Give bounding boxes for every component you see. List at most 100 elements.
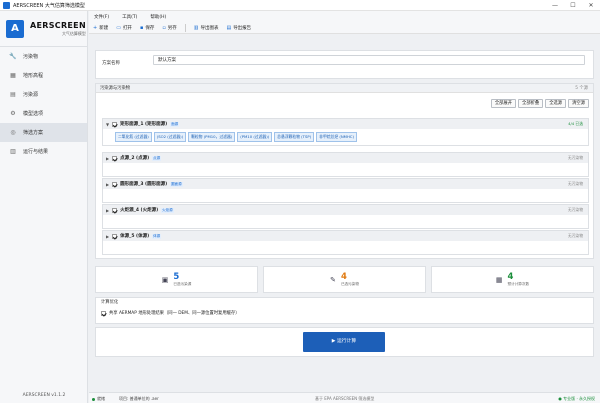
pollutant-chip[interactable]: (PM10 (过滤器)) <box>237 132 273 142</box>
source-type-tag: 圆面源 <box>170 181 183 187</box>
status-dot <box>92 397 95 401</box>
pollutant-chip[interactable]: 非甲烷总烃 (NMHC) <box>316 132 357 142</box>
sidebar-item-results[interactable]: ▥ 运行与结果 <box>0 142 87 161</box>
source-header[interactable]: ▼ 矩形面源_1 (矩形面源) 面源 4/4 已选 <box>103 119 588 129</box>
save-icon: ▪ <box>139 24 144 31</box>
source-checkbox[interactable] <box>112 121 118 127</box>
pollutant-chip[interactable]: 总悬浮颗粒物 (TSP) <box>274 132 315 142</box>
source-checkbox[interactable] <box>112 155 118 161</box>
save-as-button[interactable]: ▫ 另存 <box>162 25 176 31</box>
pollutant-list <box>103 215 588 228</box>
options-title: 计算优化 <box>101 300 119 305</box>
sources-count: 5 个源 <box>575 86 588 91</box>
sidebar-item-wrench[interactable]: 🔧 污染物 <box>0 47 87 66</box>
scheme-icon: ◎ <box>10 129 16 136</box>
stat-label: 已选污染源 <box>173 281 192 286</box>
app-logo: A <box>6 19 24 38</box>
source-icon: ▤ <box>10 91 16 98</box>
sidebar-nav: 🔧 污染物 ▦ 地形高程 ▤ 污染源 ⚙ 模型选项 ◎ 筛选方案 ▥ 运行与结果 <box>0 47 87 161</box>
source-type-tag: 体源 <box>152 233 162 239</box>
folder-icon: ▭ <box>116 24 121 31</box>
pollutant-list <box>103 189 588 202</box>
source-checkbox[interactable] <box>112 181 118 187</box>
plus-icon: + <box>93 24 98 31</box>
source-status: 无污染物 <box>567 155 583 160</box>
new-button[interactable]: + 新建 <box>93 25 108 31</box>
brand: A AERSCREEN 大气估算模型 <box>0 11 87 47</box>
sources-panel: 污染源与污染物 5 个源 全部展开 全部折叠 全选源 清空源 ▼ 矩形面源_1 (… <box>95 83 594 259</box>
expand-all-button[interactable]: 全部展开 <box>490 99 517 108</box>
sidebar-item-terrain[interactable]: ▦ 地形高程 <box>0 66 87 85</box>
sources-header: 污染源与污染物 5 个源 <box>96 84 593 93</box>
scheme-panel: 方案名称 默认方案 <box>95 50 594 79</box>
source-item: ▶ 圆形面源_3 (圆形面源) 圆面源 无污染物 <box>102 178 589 203</box>
source-type-tag: 火炬源 <box>161 207 174 213</box>
source-header[interactable]: ▶ 火炬源_4 (火炬源) 火炬源 无污染物 <box>103 205 588 215</box>
pollutant-list <box>103 163 588 176</box>
open-button[interactable]: ▭ 打开 <box>116 25 132 31</box>
menu-bar: 文件(F) 工具(T) 帮助(H) <box>89 11 600 22</box>
source-name: 圆形面源_3 (圆形面源) <box>120 182 168 187</box>
minimize-button[interactable]: — <box>546 0 564 11</box>
run-panel: ▶ 运行计算 <box>95 327 594 357</box>
stat-card: ✎ 4 已选污染物 <box>263 266 426 293</box>
menu-file[interactable]: 文件(F) <box>94 14 109 20</box>
source-header[interactable]: ▶ 体源_5 (体源) 体源 无污染物 <box>103 231 588 241</box>
source-status: 4/4 已选 <box>568 121 583 126</box>
sidebar-item-label: 模型选项 <box>23 111 44 117</box>
chart-icon: ▥ <box>193 24 199 31</box>
sidebar: A AERSCREEN 大气估算模型 🔧 污染物 ▦ 地形高程 ▤ 污染源 ⚙ 模型选项 ◎ 筛选… <box>0 11 88 403</box>
version-label: AERSCREEN v1.1.2 <box>22 393 66 398</box>
source-count-icon: ▣ <box>161 275 169 284</box>
sidebar-item-label: 运行与结果 <box>23 149 49 155</box>
source-item: ▶ 点源_2 (点源) 点源 无污染物 <box>102 152 589 177</box>
maximize-button[interactable]: ☐ <box>564 0 582 11</box>
source-name: 点源_2 (点源) <box>120 156 150 161</box>
run-button[interactable]: ▶ 运行计算 <box>303 332 385 352</box>
source-status: 无污染物 <box>567 181 583 186</box>
title-bar: AERSCREEN 大气估算筛选模型 — ☐ ✕ <box>0 0 600 11</box>
source-checkbox[interactable] <box>112 207 118 213</box>
expand-arrow-icon[interactable]: ▶ <box>106 234 109 239</box>
brand-name: AERSCREEN <box>30 20 86 30</box>
share-aermap-label: 共享 AERMAP 地形处理结果（同一 DEM、同一源位置时复用缓存） <box>109 311 240 316</box>
sidebar-item-source[interactable]: ▤ 污染源 <box>0 85 87 104</box>
terrain-icon: ▦ <box>10 72 16 79</box>
expand-arrow-icon[interactable]: ▼ <box>106 122 109 127</box>
sources-title: 污染源与污染物 <box>100 86 131 91</box>
source-header[interactable]: ▶ 圆形面源_3 (圆形面源) 圆面源 无污染物 <box>103 179 588 189</box>
source-name: 矩形面源_1 (矩形面源) <box>120 122 168 127</box>
save-as-icon: ▫ <box>162 24 166 31</box>
pollutant-chip[interactable]: 颗粒物 (PM10，过滤器) <box>188 132 236 142</box>
sidebar-item-settings[interactable]: ⚙ 模型选项 <box>0 104 87 123</box>
source-header[interactable]: ▶ 点源_2 (点源) 点源 无污染物 <box>103 153 588 163</box>
export-chart-button[interactable]: ▥ 导出图表 <box>194 25 219 31</box>
menu-help[interactable]: 帮助(H) <box>150 14 166 20</box>
pollutant-chip[interactable]: (SO2 (过滤器)) <box>153 132 187 142</box>
stats-cards: ▣ 5 已选污染源 ✎ 4 已选污染物 ▦ 4 预计计算次数 <box>95 266 594 293</box>
status-license: ● 专业版 · 永久授权 <box>558 396 595 401</box>
settings-icon: ⚙ <box>10 110 16 117</box>
report-icon: ▤ <box>226 24 232 31</box>
collapse-all-button[interactable]: 全部折叠 <box>518 99 544 108</box>
expand-arrow-icon[interactable]: ▶ <box>106 182 109 187</box>
expand-arrow-icon[interactable]: ▶ <box>106 156 109 161</box>
toolbar: + 新建 ▭ 打开 ▪ 保存 ▫ 另存 ▥ 导出图表 ▤ 导出报告 <box>89 22 600 34</box>
source-checkbox[interactable] <box>112 233 118 239</box>
stat-card: ▣ 5 已选污染源 <box>95 266 258 293</box>
pollutant-chip[interactable]: 二氧化氮 (过滤器) <box>115 132 152 142</box>
sidebar-item-scheme[interactable]: ◎ 筛选方案 <box>0 123 87 142</box>
save-button[interactable]: ▪ 保存 <box>140 25 154 31</box>
select-all-button[interactable]: 全选源 <box>545 99 567 108</box>
menu-tools[interactable]: 工具(T) <box>122 14 137 20</box>
scheme-name-label: 方案名称 <box>102 61 120 66</box>
close-button[interactable]: ✕ <box>582 0 600 11</box>
expand-arrow-icon[interactable]: ▶ <box>106 208 109 213</box>
status-state: 就绪 <box>97 396 105 401</box>
export-report-button[interactable]: ▤ 导出报告 <box>226 25 251 31</box>
clear-sources-button[interactable]: 清空源 <box>568 99 589 108</box>
scheme-name-input[interactable]: 默认方案 <box>153 55 585 65</box>
share-aermap-checkbox[interactable] <box>101 310 106 316</box>
source-item: ▶ 火炬源_4 (火炬源) 火炬源 无污染物 <box>102 204 589 229</box>
pollutant-count-icon: ✎ <box>330 275 336 284</box>
